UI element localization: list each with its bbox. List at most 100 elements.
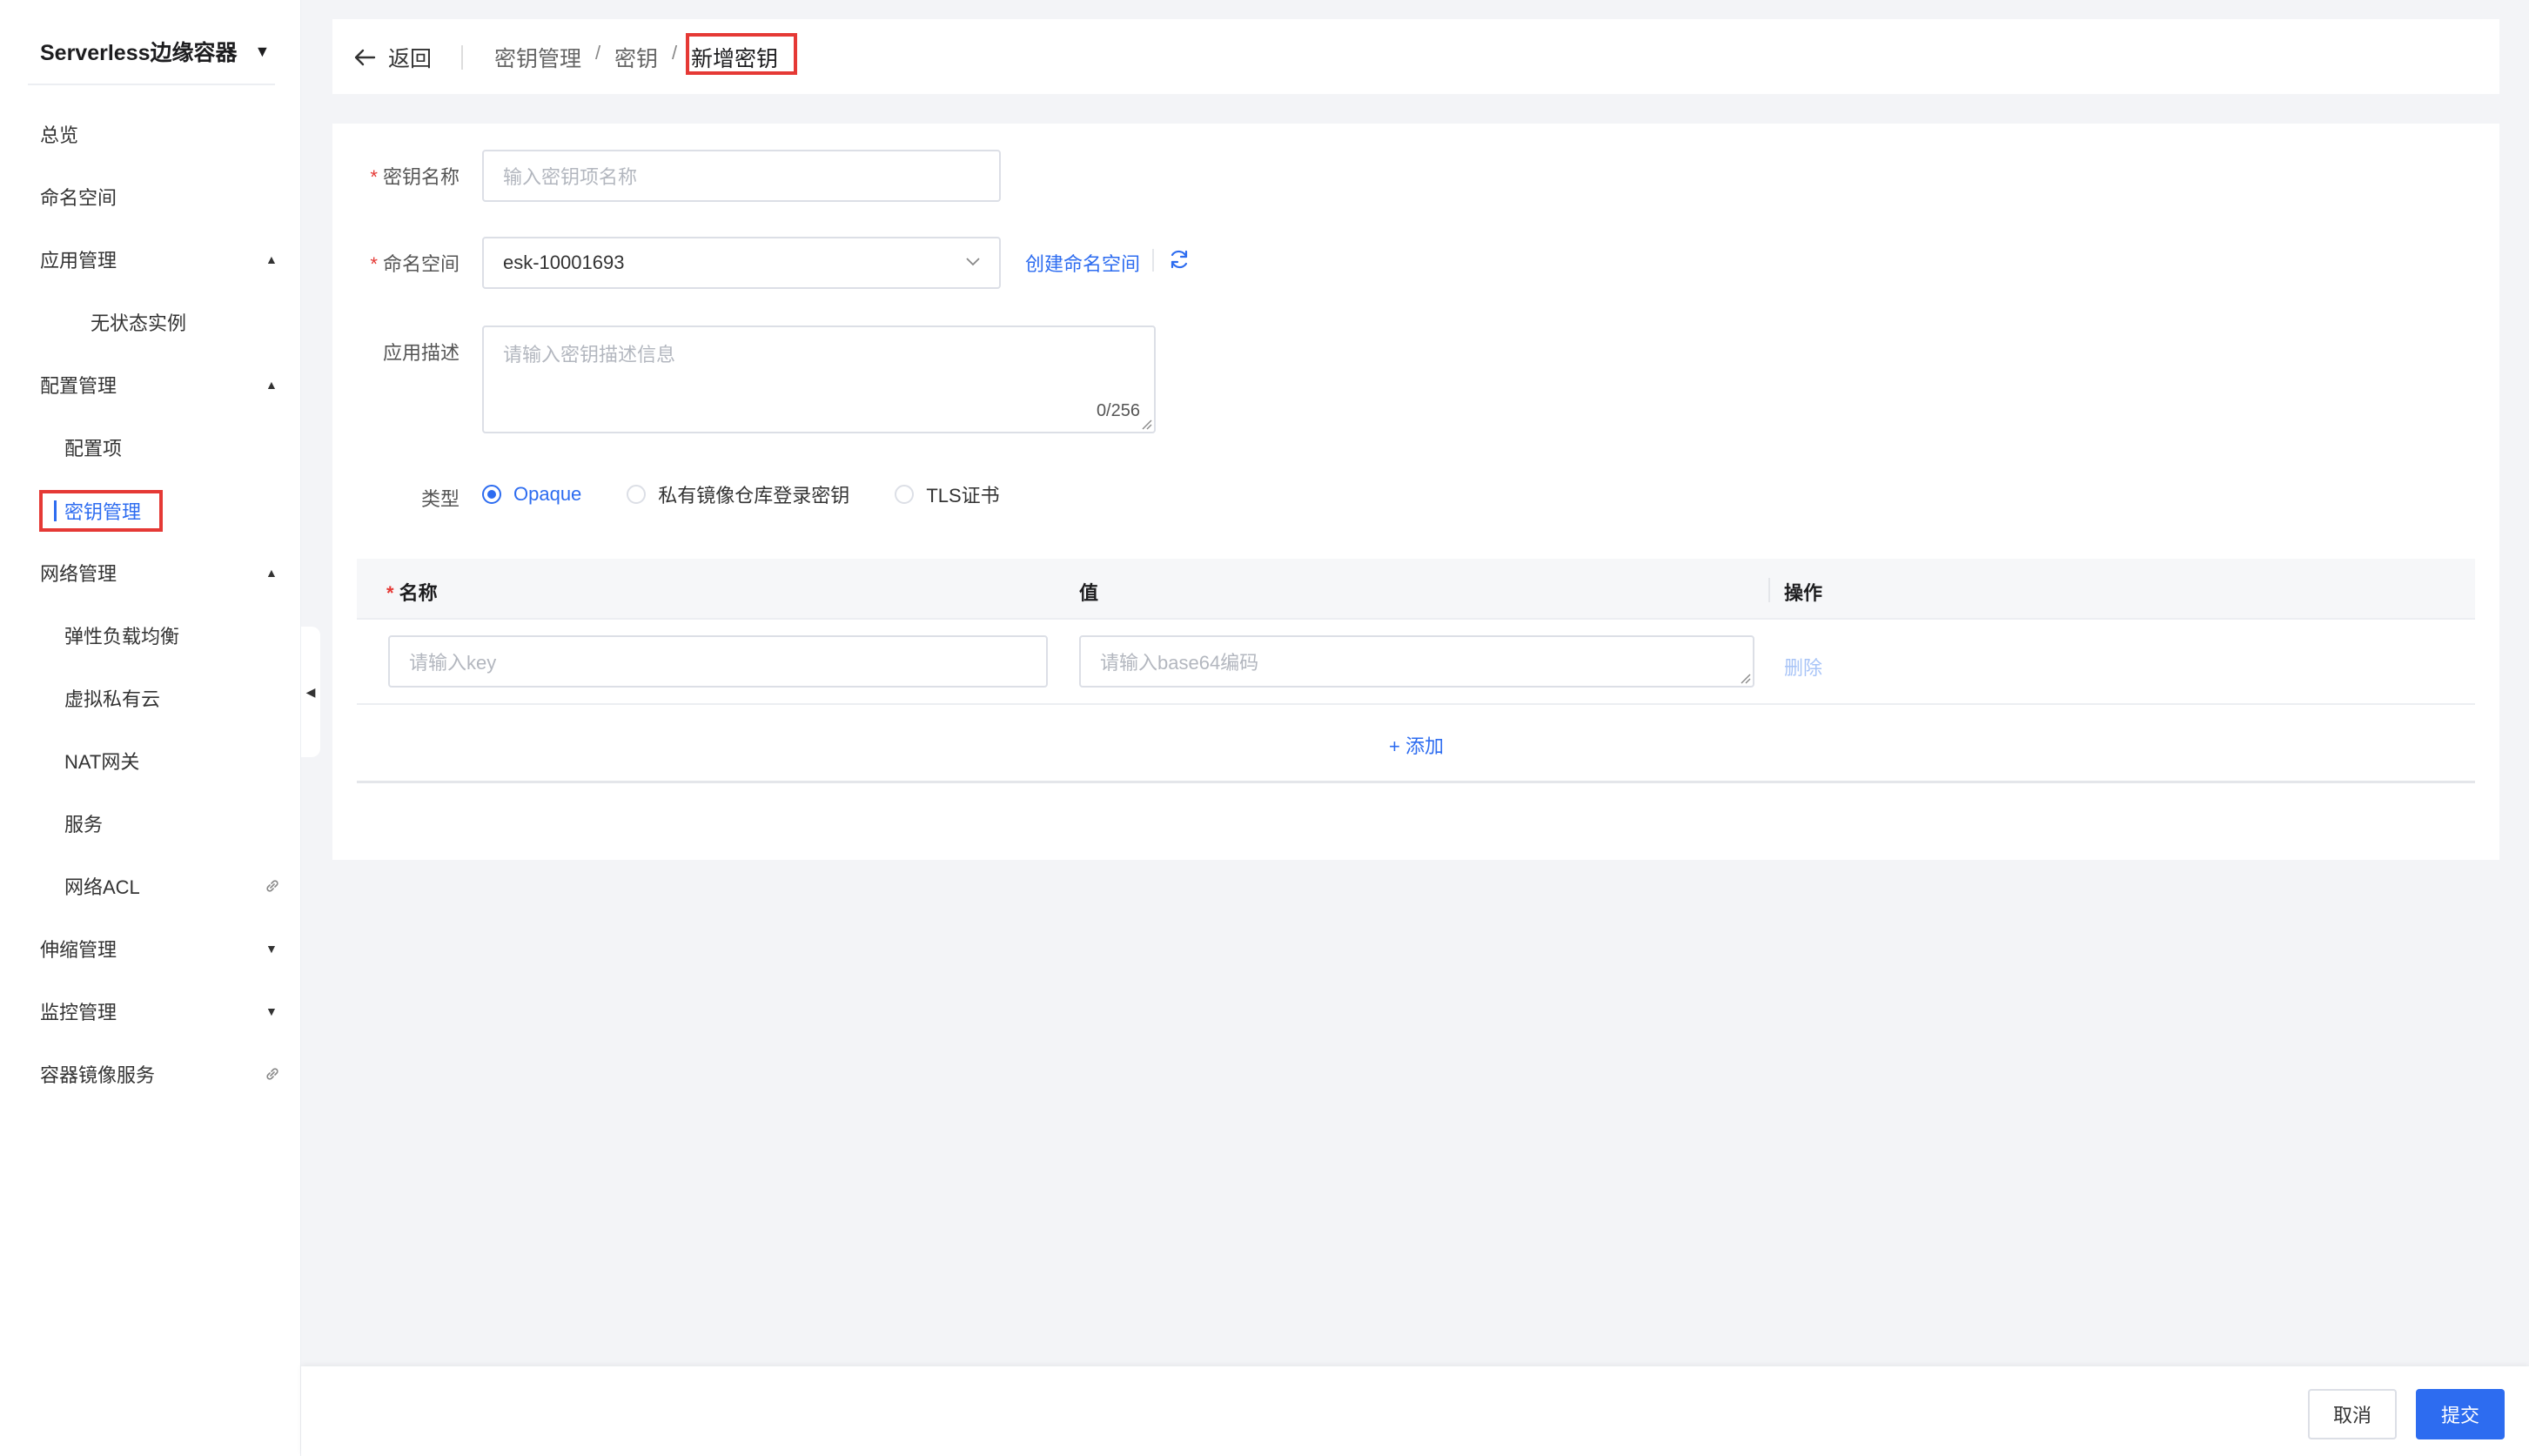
highlight-box [686, 33, 797, 75]
sidebar-item-label: 监控管理 [40, 1002, 117, 1023]
sidebar-item-config-item[interactable]: 配置项 [0, 425, 301, 470]
footer-bar: 取消 提交 [301, 1366, 2529, 1456]
namespace-value: esk-10001693 [503, 252, 625, 273]
link-divider [1152, 249, 1154, 272]
value-textarea[interactable]: 请输入base64编码 [1079, 635, 1754, 688]
sidebar-item-label: 命名空间 [40, 187, 117, 209]
sidebar-item-label: NAT网关 [64, 751, 140, 773]
back-button[interactable]: 返回 [353, 40, 432, 75]
radio-label: 私有镜像仓库登录密钥 [658, 485, 850, 507]
sidebar-item-label: 应用管理 [40, 250, 117, 272]
type-radio-tls[interactable]: TLS证书 [895, 480, 1000, 508]
column-header-name: * 名称 [386, 582, 438, 604]
sidebar-item-label: 弹性负载均衡 [64, 626, 180, 647]
secret-name-input[interactable]: 输入密钥项名称 [482, 150, 1001, 202]
breadcrumb-separator: / [595, 42, 601, 64]
namespace-select[interactable]: esk-10001693 [482, 237, 1001, 289]
key-placeholder: 请输入key [409, 652, 497, 674]
radio-checked-icon [482, 485, 501, 504]
namespace-label: * 命名空间 [370, 253, 460, 275]
submit-button[interactable]: 提交 [2416, 1389, 2505, 1439]
page-header: 返回 密钥管理 / 密钥 / 新增密钥 [332, 19, 2499, 94]
type-radio-opaque[interactable]: Opaque [482, 483, 581, 506]
sidebar-item-label: 网络ACL [64, 876, 140, 898]
secret-name-placeholder: 输入密钥项名称 [503, 166, 638, 188]
radio-label: TLS证书 [926, 485, 1000, 507]
sidebar-item-config-management[interactable]: 配置管理 ▲ [0, 362, 301, 407]
radio-unchecked-icon [627, 485, 647, 504]
delete-row-link[interactable]: 删除 [1784, 653, 1822, 681]
header-divider [461, 45, 463, 70]
add-row-area: + 添加 [357, 705, 2475, 783]
sidebar-item-label: 虚拟私有云 [64, 688, 161, 710]
caret-left-icon: ◀ [305, 684, 316, 699]
caret-down-icon: ▼ [265, 1004, 278, 1018]
radio-label: Opaque [513, 483, 582, 505]
sidebar-item-label: 服务 [64, 814, 104, 835]
sidebar-item-label: 配置项 [64, 438, 123, 460]
caret-up-icon: ▲ [265, 252, 278, 266]
sidebar-item-network-management[interactable]: 网络管理 ▲ [0, 550, 301, 595]
description-placeholder: 请输入密钥描述信息 [503, 344, 676, 366]
description-textarea[interactable]: 请输入密钥描述信息 0/256 [482, 325, 1156, 433]
sidebar-item-elb[interactable]: 弹性负载均衡 [0, 613, 301, 658]
chevron-down-icon [966, 258, 980, 266]
caret-up-icon: ▲ [265, 378, 278, 392]
secret-name-label: * 密钥名称 [370, 166, 460, 188]
sidebar-item-stateless-instance[interactable]: 无状态实例 [0, 299, 301, 345]
sidebar-item-container-registry[interactable]: 容器镜像服务 [0, 1051, 301, 1097]
sidebar-item-vpc[interactable]: 虚拟私有云 [0, 675, 301, 721]
caret-up-icon: ▲ [265, 566, 278, 580]
value-placeholder: 请输入base64编码 [1100, 652, 1259, 674]
type-radio-registry[interactable]: 私有镜像仓库登录密钥 [627, 480, 849, 508]
description-label: 应用描述 [382, 342, 460, 364]
refresh-icon[interactable] [1168, 248, 1191, 271]
column-divider [1768, 578, 1770, 602]
sidebar-item-service[interactable]: 服务 [0, 801, 301, 846]
sidebar-item-network-acl[interactable]: 网络ACL [0, 863, 301, 909]
sidebar-item-label: 总览 [40, 124, 79, 146]
cancel-button[interactable]: 取消 [2308, 1389, 2397, 1439]
sidebar-item-label: 配置管理 [40, 375, 117, 397]
type-label: 类型 [420, 488, 460, 510]
radio-unchecked-icon [895, 485, 915, 504]
breadcrumb-secret-management[interactable]: 密钥管理 [494, 42, 581, 73]
product-switcher[interactable]: Serverless边缘容器 ▼ [40, 33, 275, 70]
description-counter: 0/256 [1096, 401, 1140, 420]
breadcrumb-separator: / [672, 42, 678, 64]
external-link-icon [266, 880, 278, 892]
key-input[interactable]: 请输入key [388, 635, 1048, 688]
table-row: 请输入key 请输入base64编码 删除 [357, 620, 2475, 705]
product-title: Serverless边缘容器 [40, 41, 238, 65]
column-header-value: 值 [1079, 582, 1099, 604]
breadcrumb-secret[interactable]: 密钥 [614, 42, 658, 73]
sidebar-item-label: 容器镜像服务 [40, 1064, 156, 1086]
required-mark: * [386, 582, 394, 604]
arrow-left-icon [354, 49, 376, 66]
external-link-icon [266, 1068, 278, 1080]
required-mark: * [370, 253, 378, 275]
caret-down-icon: ▼ [254, 42, 271, 60]
sidebar-item-scaling-management[interactable]: 伸缩管理 ▼ [0, 926, 301, 971]
sidebar-item-namespace[interactable]: 命名空间 [0, 174, 301, 219]
required-mark: * [370, 166, 378, 188]
table-header: * 名称 值 操作 [357, 559, 2475, 620]
add-row-link[interactable]: + 添加 [1389, 731, 1444, 759]
sidebar-item-label: 伸缩管理 [40, 939, 117, 961]
column-header-action: 操作 [1784, 582, 1823, 604]
sidebar-item-label: 无状态实例 [91, 312, 187, 334]
sidebar-collapse-handle[interactable]: ◀ [301, 627, 320, 757]
type-radio-group: Opaque 私有镜像仓库登录密钥 TLS证书 [482, 480, 1045, 508]
caret-down-icon: ▼ [265, 942, 278, 956]
resize-grip-icon[interactable] [1140, 418, 1152, 430]
sidebar-item-nat-gateway[interactable]: NAT网关 [0, 738, 301, 783]
sidebar-item-label: 网络管理 [40, 563, 117, 585]
back-label: 返回 [388, 47, 433, 71]
secret-form: * 密钥名称 输入密钥项名称 * 命名空间 esk-10001693 创建命名空间 … [332, 124, 2499, 860]
sidebar-item-monitoring[interactable]: 监控管理 ▼ [0, 989, 301, 1034]
resize-grip-icon[interactable] [1739, 672, 1751, 684]
highlight-box [39, 490, 163, 532]
create-namespace-link[interactable]: 创建命名空间 [1025, 249, 1140, 277]
sidebar-item-app-management[interactable]: 应用管理 ▲ [0, 237, 301, 282]
sidebar-item-overview[interactable]: 总览 [0, 111, 301, 157]
